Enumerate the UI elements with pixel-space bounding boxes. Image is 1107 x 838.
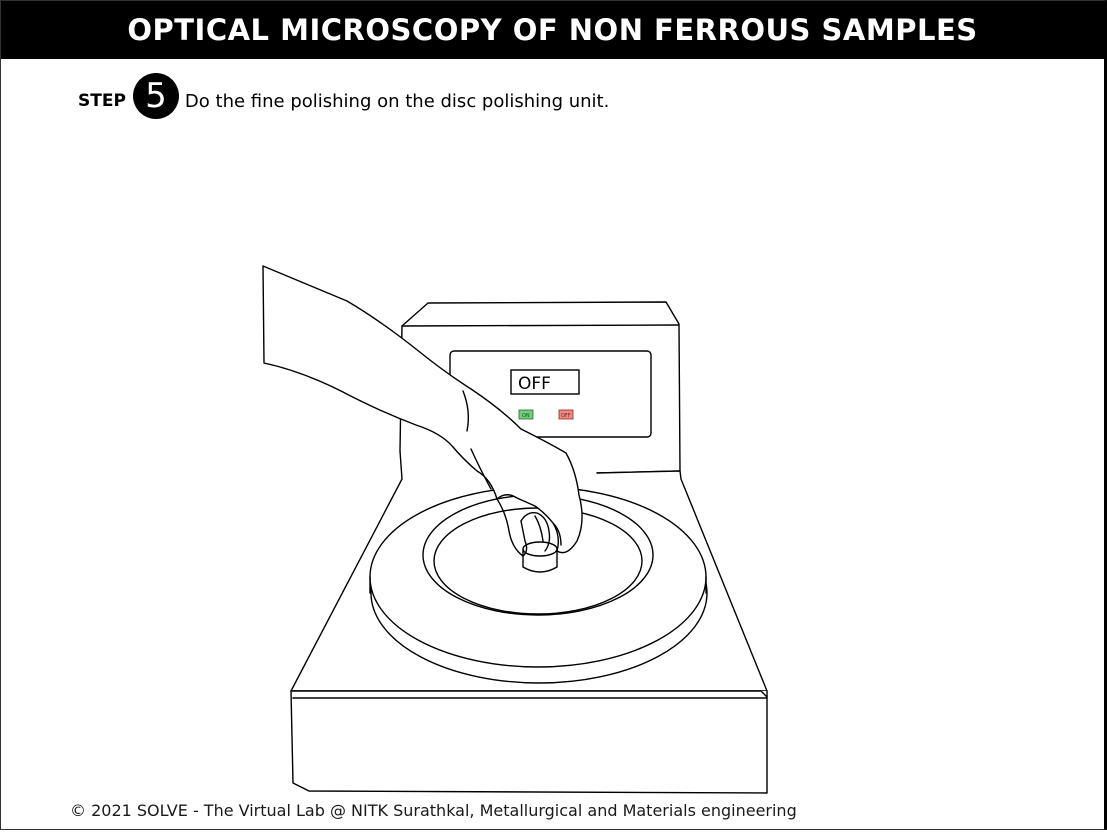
off-button-label: OFF — [561, 413, 571, 419]
status-display: OFF — [510, 369, 580, 395]
status-display-text: OFF — [518, 374, 551, 394]
lab-frame: OPTICAL MICROSCOPY OF NON FERROUS SAMPLE… — [0, 0, 1107, 830]
on-button[interactable]: ON — [518, 409, 534, 420]
polishing-bowl — [369, 486, 708, 684]
polishing-unit-illustration: OFF ON OFF — [262, 265, 768, 794]
off-button[interactable]: OFF — [558, 409, 574, 420]
specimen-mount — [522, 541, 558, 573]
on-button-label: ON — [522, 413, 530, 419]
footer-copyright: © 2021 SOLVE - The Virtual Lab @ NITK Su… — [70, 801, 797, 820]
